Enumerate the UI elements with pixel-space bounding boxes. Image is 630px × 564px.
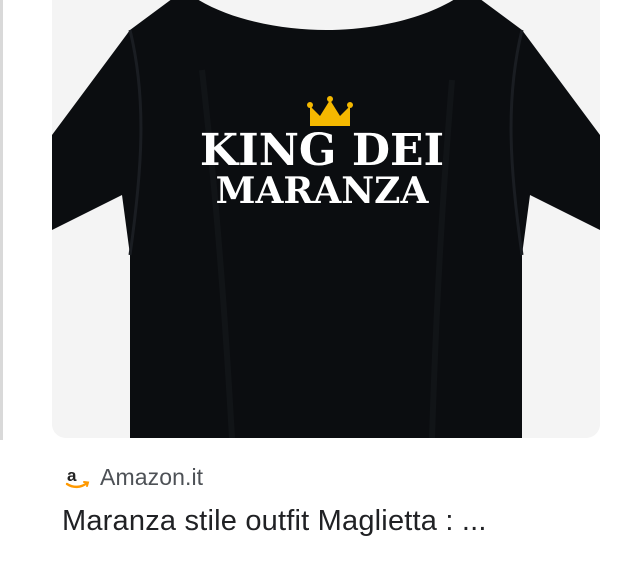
- svg-text:a: a: [67, 466, 77, 485]
- tshirt-image: KING DEI MARANZA: [52, 0, 600, 438]
- result-image[interactable]: KING DEI MARANZA: [52, 0, 600, 438]
- source-name: Amazon.it: [100, 463, 204, 490]
- shirt-print-line-1: KING DEI: [200, 125, 444, 176]
- source-row: a Amazon.it: [64, 463, 203, 491]
- result-title[interactable]: Maranza stile outfit Maglietta : ...: [62, 505, 592, 538]
- image-result-card[interactable]: KING DEI MARANZA a Amazon.it Maranza sti…: [52, 0, 600, 560]
- amazon-logo-icon: a: [64, 464, 90, 490]
- previous-result-edge: [0, 0, 3, 440]
- page: KING DEI MARANZA a Amazon.it Maranza sti…: [0, 0, 630, 564]
- shirt-print-line-2: MARANZA: [216, 170, 430, 212]
